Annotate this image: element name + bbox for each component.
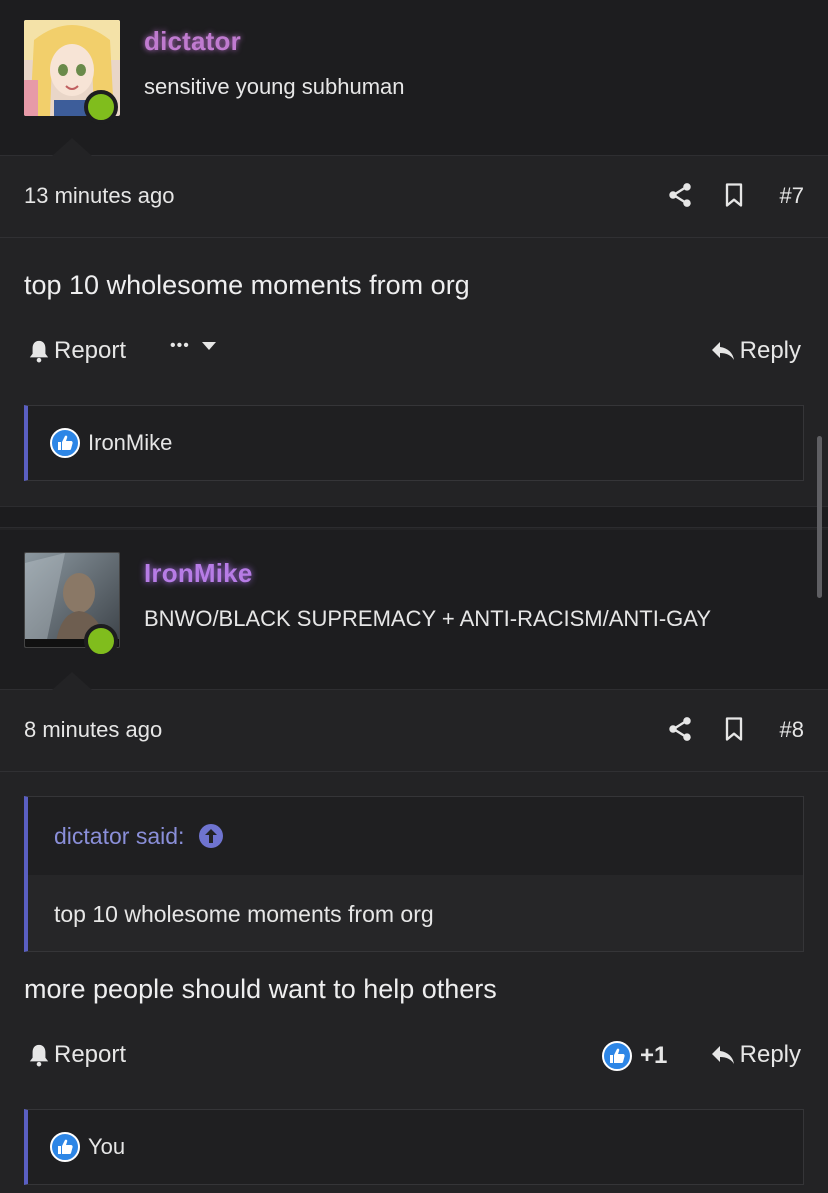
report-button[interactable]: Report xyxy=(28,1041,126,1069)
online-status-indicator xyxy=(84,90,118,124)
report-label: Report xyxy=(54,337,127,364)
user-title: BNWO/BLACK SUPREMACY + ANTI-RACISM/ANTI-… xyxy=(144,606,712,631)
bell-icon xyxy=(29,1044,49,1067)
like-count: +1 xyxy=(640,1042,668,1069)
reply-label: Reply xyxy=(739,337,801,364)
reply-label: Reply xyxy=(739,1041,801,1068)
post-pointer xyxy=(52,672,92,690)
reply-arrow-icon xyxy=(711,1046,734,1064)
thumbs-up-icon xyxy=(50,428,80,458)
quote-block: dictator said: top 10 wholesome moments … xyxy=(24,796,804,952)
post-body: more people should want to help others xyxy=(24,974,497,1004)
reactions-user-link[interactable]: You xyxy=(88,1134,125,1160)
quote-author[interactable]: dictator said: xyxy=(54,823,184,850)
reply-button[interactable]: Reply xyxy=(710,337,801,365)
post-7-actions: Report ••• Reply xyxy=(0,337,828,377)
chevron-down-icon xyxy=(201,342,216,350)
post-number-link[interactable]: #7 xyxy=(780,183,804,209)
post-separator xyxy=(0,506,828,528)
post-number-link[interactable]: #8 xyxy=(780,717,804,743)
quote-text: top 10 wholesome moments from org xyxy=(54,901,434,927)
scrollbar-thumb[interactable] xyxy=(817,436,822,598)
post-8-user-block: IronMike BNWO/BLACK SUPREMACY + ANTI-RAC… xyxy=(0,530,828,690)
post-pointer xyxy=(52,138,92,156)
quote-header[interactable]: dictator said: xyxy=(28,797,803,875)
more-options-menu[interactable]: ••• xyxy=(170,337,222,355)
username-link[interactable]: dictator xyxy=(144,26,241,57)
post-8-actions: Report +1 Reply xyxy=(0,1041,828,1081)
reactions-bar[interactable]: IronMike xyxy=(24,405,804,481)
post-8-meta-row: 8 minutes ago #8 xyxy=(0,690,828,772)
more-dots: ••• xyxy=(170,337,190,354)
report-button[interactable]: Report xyxy=(28,337,126,365)
post-body: top 10 wholesome moments from org xyxy=(24,270,470,300)
like-button[interactable]: +1 xyxy=(602,1041,667,1071)
bookmark-icon[interactable] xyxy=(720,715,748,743)
report-label: Report xyxy=(54,1041,127,1068)
post-timestamp[interactable]: 8 minutes ago xyxy=(24,717,162,743)
post-7-meta-row: 13 minutes ago #7 xyxy=(0,156,828,238)
bookmark-icon[interactable] xyxy=(720,181,748,209)
post-timestamp[interactable]: 13 minutes ago xyxy=(24,183,174,209)
reply-button[interactable]: Reply xyxy=(710,1041,801,1069)
post-7-user-block: dictator sensitive young subhuman xyxy=(0,0,828,156)
arrow-up-circle-icon[interactable] xyxy=(198,823,224,849)
user-title: sensitive young subhuman xyxy=(144,74,405,99)
online-status-indicator xyxy=(84,624,118,658)
username-link[interactable]: IronMike xyxy=(144,558,253,589)
reply-arrow-icon xyxy=(711,342,734,360)
reactions-user-link[interactable]: IronMike xyxy=(88,430,172,456)
reactions-bar[interactable]: You xyxy=(24,1109,804,1185)
share-icon[interactable] xyxy=(666,715,694,743)
thumbs-up-icon xyxy=(602,1041,632,1071)
thumbs-up-icon xyxy=(50,1132,80,1162)
share-icon[interactable] xyxy=(666,181,694,209)
bell-icon xyxy=(29,340,49,363)
